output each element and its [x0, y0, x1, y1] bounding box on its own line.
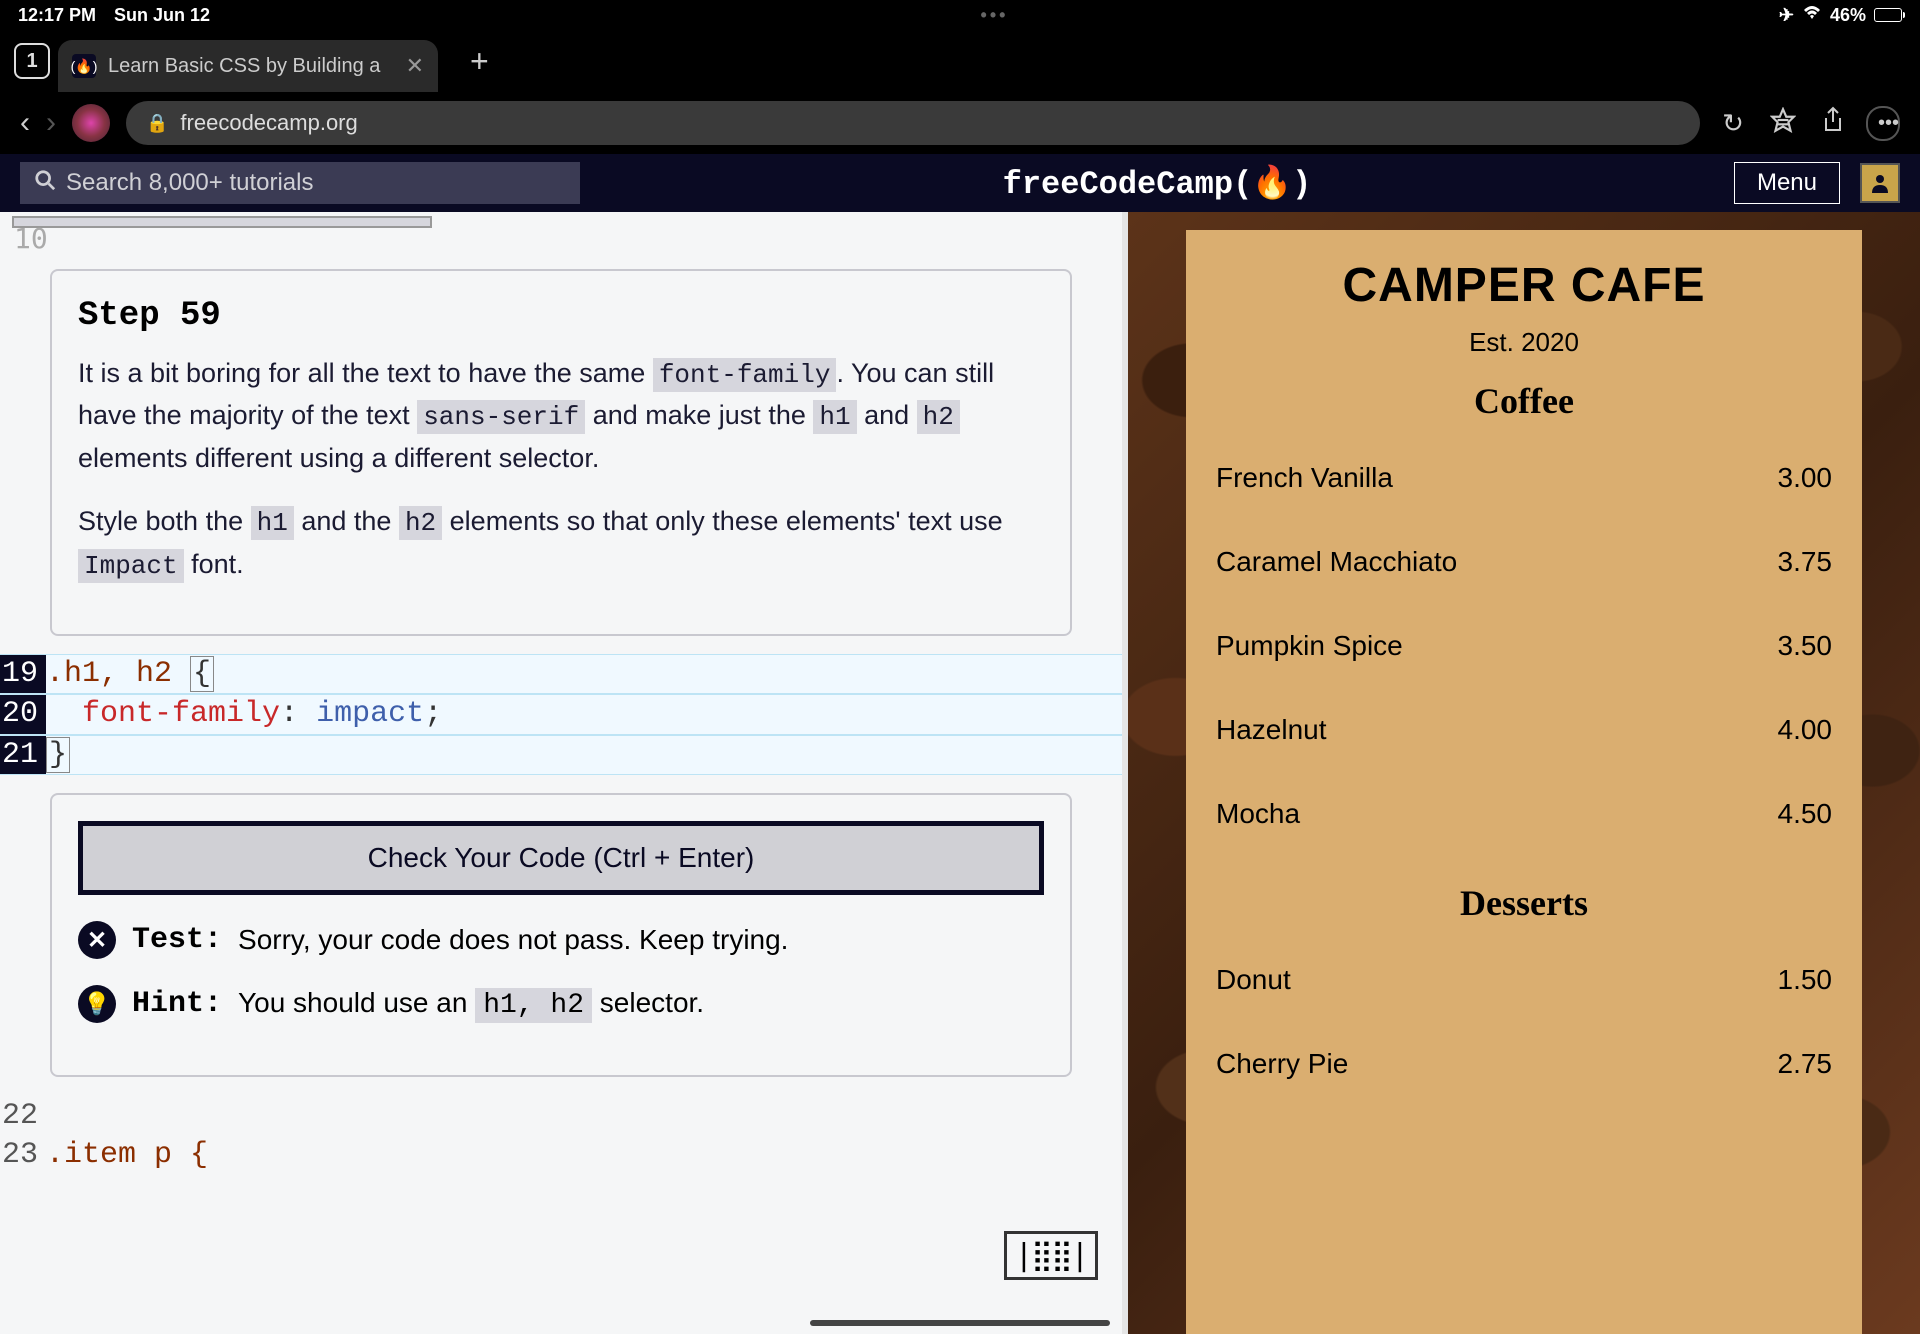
search-placeholder: Search 8,000+ tutorials [66, 169, 314, 197]
item-name: Caramel Macchiato [1216, 546, 1457, 578]
multitask-dots[interactable]: ••• [981, 5, 1009, 26]
address-bar[interactable]: 🔒 freecodecamp.org [126, 101, 1700, 145]
lock-icon: 🔒 [146, 113, 168, 134]
partial-ui-fragment [12, 216, 432, 228]
item-price: 3.50 [1778, 630, 1833, 662]
item-name: French Vanilla [1216, 462, 1393, 494]
status-time: 12:17 PM [18, 5, 96, 26]
share-button[interactable] [1816, 106, 1850, 141]
preview-pane: CAMPER CAFE Est. 2020 Coffee French Vani… [1128, 212, 1920, 1334]
item-name: Donut [1216, 964, 1291, 996]
editor-pane: 10 Step 59 It is a bit boring for all th… [0, 212, 1128, 1334]
item-price: 3.00 [1778, 462, 1833, 494]
menu-item: Pumpkin Spice 3.50 [1216, 630, 1832, 662]
code-editor-bottom[interactable]: 22 23 .item p { [0, 1097, 1122, 1174]
menu-item: Mocha 4.50 [1216, 798, 1832, 830]
hint-row: 💡 Hint: You should use an h1, h2 selecto… [78, 985, 1044, 1023]
status-date: Sun Jun 12 [114, 5, 210, 26]
menu-item: Hazelnut 4.00 [1216, 714, 1832, 746]
item-name: Pumpkin Spice [1216, 630, 1403, 662]
fcc-header: Search 8,000+ tutorials freeCodeCamp(🔥) … [0, 154, 1920, 212]
profile-avatar[interactable] [72, 104, 110, 142]
item-name: Cherry Pie [1216, 1048, 1348, 1080]
instructions-panel: Step 59 It is a bit boring for all the t… [50, 269, 1072, 636]
item-price: 2.75 [1778, 1048, 1833, 1080]
code-line-19: 19 .h1, h2 { [0, 654, 1122, 694]
browser-toolbar: ‹ › 🔒 freecodecamp.org ↻ ••• [0, 92, 1920, 154]
menu-button[interactable]: Menu [1734, 162, 1840, 204]
item-price: 4.50 [1778, 798, 1833, 830]
check-code-button[interactable]: Check Your Code (Ctrl + Enter) [78, 821, 1044, 895]
menu-item: French Vanilla 3.00 [1216, 462, 1832, 494]
section-coffee: Coffee [1216, 380, 1832, 422]
code-line-21: 21 } [0, 735, 1122, 775]
search-icon [34, 169, 56, 198]
item-price: 4.00 [1778, 714, 1833, 746]
code-line-20: 20 font-family: impact; [0, 694, 1122, 734]
instruction-p1: It is a bit boring for all the text to h… [78, 353, 1044, 479]
active-tab[interactable]: (🔥) Learn Basic CSS by Building a ✕ [58, 40, 438, 92]
menu-item: Donut 1.50 [1216, 964, 1832, 996]
step-title: Step 59 [78, 297, 1044, 335]
fcc-search-input[interactable]: Search 8,000+ tutorials [20, 162, 580, 204]
close-tab-button[interactable]: ✕ [406, 53, 424, 79]
browser-tab-bar: 1 (🔥) Learn Basic CSS by Building a ✕ + [0, 30, 1920, 92]
code-line-22: 22 [0, 1097, 1122, 1135]
wifi-icon [1802, 5, 1822, 26]
battery-pct: 46% [1830, 5, 1866, 26]
item-name: Mocha [1216, 798, 1300, 830]
menu-item: Cherry Pie 2.75 [1216, 1048, 1832, 1080]
menu-item: Caramel Macchiato 3.75 [1216, 546, 1832, 578]
item-price: 1.50 [1778, 964, 1833, 996]
reload-button[interactable]: ↻ [1716, 108, 1750, 139]
code-editor[interactable]: 19 .h1, h2 { 20 font-family: impact; 21 … [0, 654, 1122, 775]
user-avatar[interactable] [1860, 163, 1900, 203]
back-button[interactable]: ‹ [20, 106, 30, 140]
keyboard-toggle-icon[interactable]: |⣿⣿| [1004, 1231, 1098, 1280]
new-tab-button[interactable]: + [470, 43, 489, 80]
url-text: freecodecamp.org [180, 110, 357, 136]
forward-button: › [46, 106, 56, 140]
section-desserts: Desserts [1216, 882, 1832, 924]
more-button[interactable]: ••• [1866, 106, 1900, 141]
hint-icon: 💡 [78, 985, 116, 1023]
ipad-status-bar: 12:17 PM Sun Jun 12 ••• ✈ 46% [0, 0, 1920, 30]
menu-card: CAMPER CAFE Est. 2020 Coffee French Vani… [1186, 230, 1862, 1334]
tab-count[interactable]: 1 [14, 43, 50, 79]
cafe-est: Est. 2020 [1216, 327, 1832, 358]
instruction-p2: Style both the h1 and the h2 elements so… [78, 501, 1044, 586]
item-price: 3.75 [1778, 546, 1833, 578]
fcc-logo[interactable]: freeCodeCamp(🔥) [600, 163, 1714, 203]
fail-icon: ✕ [78, 921, 116, 959]
item-name: Hazelnut [1216, 714, 1327, 746]
code-line-23: 23 .item p { [0, 1136, 1122, 1174]
favorites-button[interactable] [1766, 107, 1800, 140]
tab-favicon-icon: (🔥) [72, 54, 96, 78]
tab-title: Learn Basic CSS by Building a [108, 55, 380, 78]
battery-icon [1874, 8, 1902, 22]
test-result: ✕ Test: Sorry, your code does not pass. … [78, 921, 1044, 959]
airplane-icon: ✈ [1779, 5, 1794, 26]
cafe-title: CAMPER CAFE [1216, 258, 1832, 313]
feedback-panel: Check Your Code (Ctrl + Enter) ✕ Test: S… [50, 793, 1072, 1077]
home-indicator[interactable] [810, 1320, 1110, 1326]
